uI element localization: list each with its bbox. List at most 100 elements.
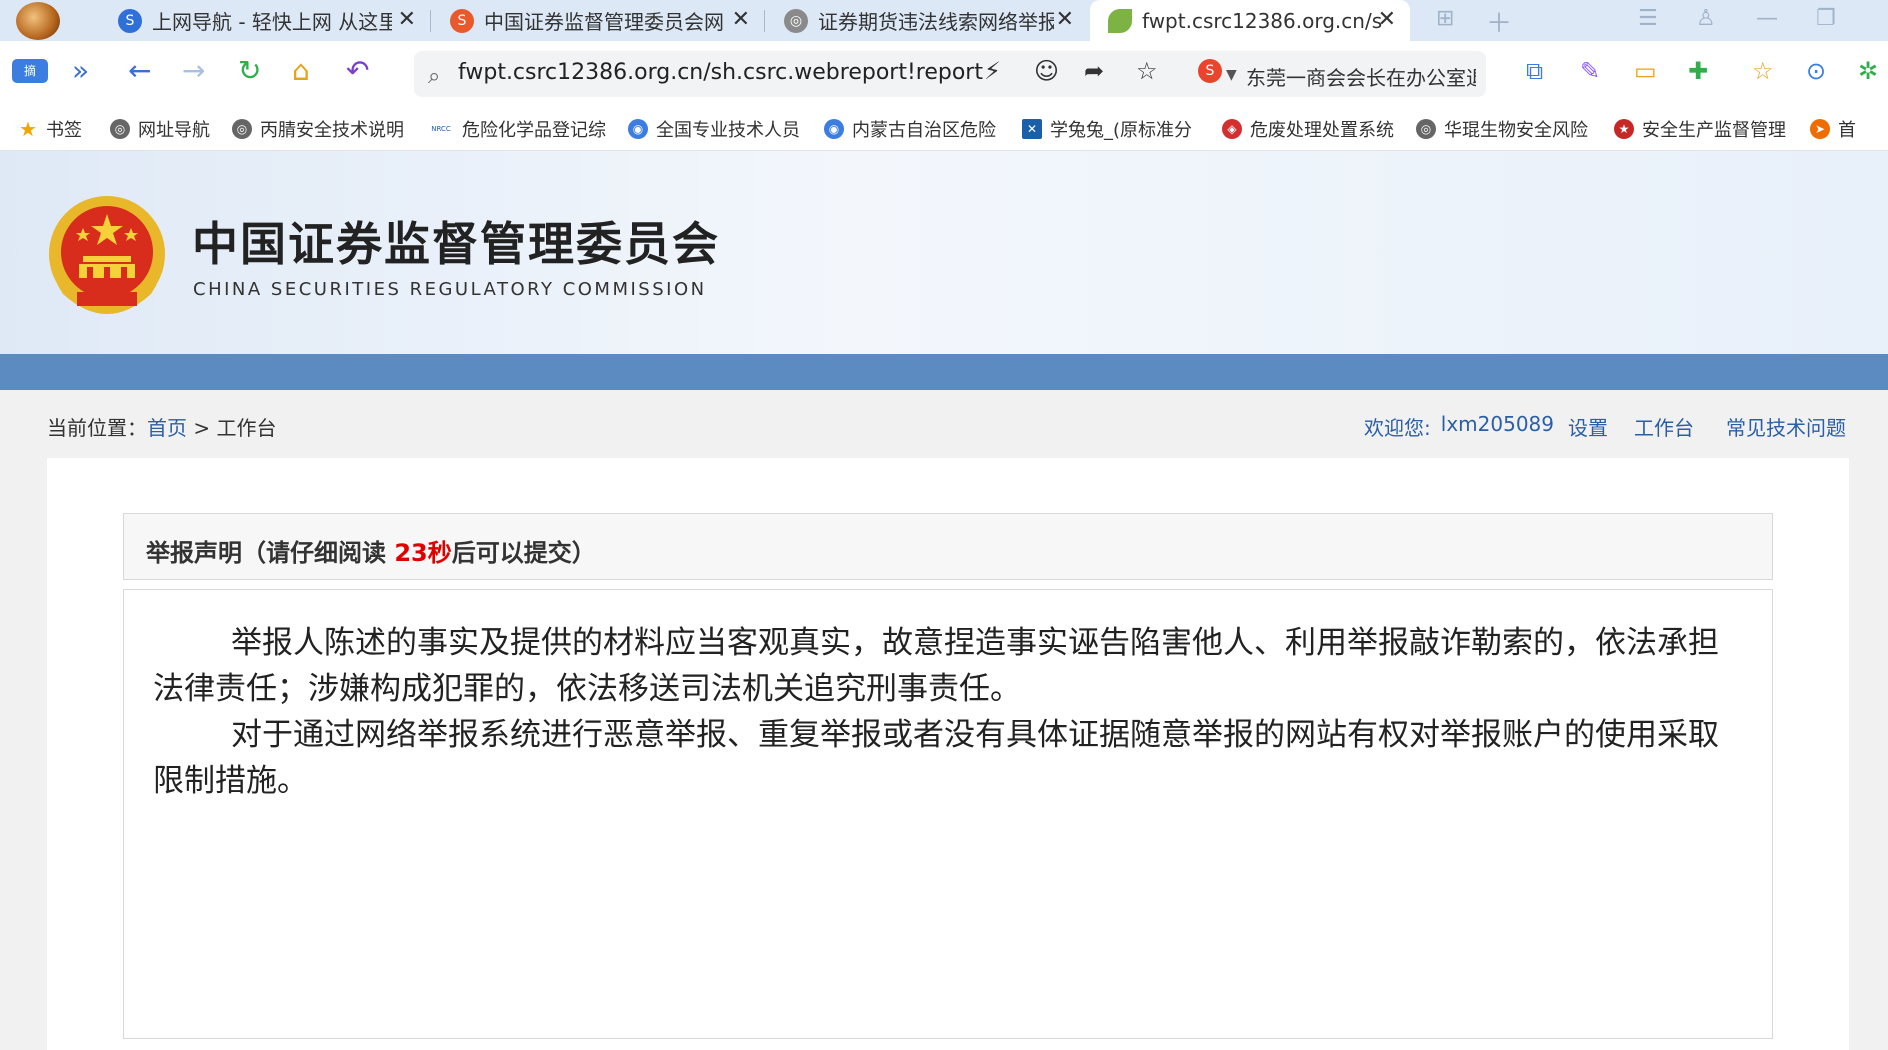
tab-title: fwpt.csrc12386.org.cn/sh.c <box>1142 8 1382 33</box>
declaration-title-text: 举报声明（请仔细阅读 <box>146 539 395 567</box>
arrow-icon: ➤ <box>1810 119 1830 139</box>
username: lxm205089 <box>1440 412 1554 436</box>
folder-icon[interactable]: ▭ <box>1634 55 1657 87</box>
settings-link[interactable]: 设置 <box>1568 412 1608 441</box>
tab-active-report[interactable]: fwpt.csrc12386.org.cn/sh.c ✕ <box>1090 0 1410 41</box>
declaration-header: 举报声明（请仔细阅读 23秒后可以提交） <box>123 513 1773 580</box>
bookmark-item[interactable]: ◎ 网址导航 <box>110 116 220 142</box>
sogou-s-icon: S <box>450 8 474 33</box>
bookmark-star-icon[interactable]: ☆ <box>1752 55 1774 87</box>
edit-icon[interactable]: ✎ <box>1580 55 1600 87</box>
bookmark-item[interactable]: ◎ 丙腈安全技术说明 <box>232 116 408 142</box>
reader-icon[interactable]: 摘 <box>12 59 48 83</box>
globe-icon: ◎ <box>232 119 252 139</box>
tab-title: 证券期货违法线索网络举报系 <box>818 10 1054 34</box>
minimize-icon[interactable]: — <box>1756 6 1778 31</box>
bookmark-item[interactable]: NRCC 危险化学品登记综 <box>428 116 606 142</box>
menu-icon[interactable]: ☰ <box>1638 6 1658 31</box>
user-avatar[interactable] <box>16 2 60 40</box>
refresh-icon[interactable]: ↻ <box>238 55 261 87</box>
declaration-body: 举报人陈述的事实及提供的材料应当客观真实，故意捏造事实诬告陷害他人、利用举报敲诈… <box>123 589 1773 1039</box>
nrcc-icon: NRCC <box>431 125 451 133</box>
bookmark-label: 全国专业技术人员 <box>656 120 800 141</box>
bookmark-item[interactable]: ◉ 全国专业技术人员 <box>628 116 804 142</box>
close-icon[interactable]: ✕ <box>398 7 416 32</box>
recycle-icon: ◈ <box>1222 119 1242 139</box>
declaration-paragraph: 举报人陈述的事实及提供的材料应当客观真实，故意捏造事实诬告陷害他人、利用举报敲诈… <box>153 625 1719 707</box>
tab-report-system[interactable]: ◎ 证券期货违法线索网络举报系 ✕ <box>766 0 1088 41</box>
site-title: 中国证券监督管理委员会 <box>192 217 720 271</box>
bookmark-label: 华琨生物安全风险 <box>1444 120 1588 141</box>
close-icon[interactable]: ✕ <box>1378 7 1396 32</box>
national-emblem-icon <box>49 196 165 314</box>
globe-icon: ◎ <box>784 8 808 33</box>
tab-separator <box>430 10 431 32</box>
forward-icon[interactable]: → <box>182 55 205 87</box>
undo-icon[interactable]: ↶ <box>346 55 369 87</box>
site-header: 中国证券监督管理委员会 CHINA SECURITIES REGULATORY … <box>0 151 1888 354</box>
bookmark-item[interactable]: ✕ 学兔兔_(原标准分 <box>1022 116 1202 142</box>
bookmark-label: 网址导航 <box>138 120 210 141</box>
lightning-icon[interactable]: ⚡ <box>984 55 1001 87</box>
bookmark-label: 内蒙古自治区危险 <box>852 120 996 141</box>
bookmark-item[interactable]: ◉ 内蒙古自治区危险 <box>824 116 1002 142</box>
tab-separator <box>764 10 765 32</box>
bookmark-label: 危废处理处置系统 <box>1250 120 1394 141</box>
close-icon[interactable]: ✕ <box>1056 7 1074 32</box>
browser-tab-bar: S 上网导航 - 轻快上网 从这里开 ✕ S 中国证券监督管理委员会网站 ✕ ◎… <box>0 0 1888 41</box>
workbench-link[interactable]: 工作台 <box>1634 412 1694 441</box>
bookmark-item[interactable]: ★ 安全生产监督管理 <box>1614 116 1790 142</box>
favorite-star-icon[interactable]: ☆ <box>1136 55 1158 87</box>
sogou-search-icon[interactable]: S <box>1198 59 1222 83</box>
badge-icon: ◉ <box>628 119 648 139</box>
emblem-icon: ★ <box>1614 119 1634 139</box>
bookmark-label: 丙腈安全技术说明 <box>260 120 404 141</box>
declaration-title-suffix: 后可以提交） <box>451 539 596 567</box>
breadcrumb: 当前位置：首页 > 工作台 <box>47 412 276 441</box>
breadcrumb-home-link[interactable]: 首页 <box>147 416 187 440</box>
url-text[interactable]: fwpt.csrc12386.org.cn/sh.csrc.webreport!… <box>458 60 983 85</box>
bookmark-label: 首 <box>1838 120 1856 141</box>
new-tab-icon[interactable]: ＋ <box>1486 3 1512 40</box>
search-icon: ⌕ <box>428 64 441 89</box>
breadcrumb-prefix: 当前位置： <box>47 416 147 440</box>
faq-link[interactable]: 常见技术问题 <box>1726 412 1846 441</box>
bookmark-item[interactable]: ◈ 危废处理处置系统 <box>1222 116 1402 142</box>
globe-icon: ◎ <box>110 119 130 139</box>
close-icon[interactable]: ✕ <box>732 7 750 32</box>
globe-icon: ◎ <box>1416 119 1436 139</box>
share-icon[interactable]: ➦ <box>1084 55 1104 87</box>
restore-icon[interactable]: ❐ <box>1816 6 1836 31</box>
bookmark-folder[interactable]: ★ 书签 <box>18 116 82 142</box>
double-chevron-icon[interactable]: » <box>72 55 89 87</box>
screenshot-icon[interactable]: ☺ <box>1034 55 1059 87</box>
translate-icon[interactable]: ⧉ <box>1526 55 1543 87</box>
search-suggestion[interactable]: 东莞一商会会长在办公室退 <box>1246 62 1476 91</box>
breadcrumb-separator: > <box>193 416 211 440</box>
bookmark-item[interactable]: ◎ 华琨生物安全风险 <box>1416 116 1592 142</box>
nav-band <box>0 354 1888 390</box>
download-icon[interactable]: ⊙ <box>1806 55 1826 87</box>
home-icon[interactable]: ⌂ <box>292 55 310 87</box>
sogou-s-icon: S <box>118 8 142 33</box>
settings-icon[interactable]: ✲ <box>1858 55 1878 87</box>
tab-title: 中国证券监督管理委员会网站 <box>484 10 724 34</box>
bookmark-item[interactable]: ➤ 首 <box>1810 116 1888 142</box>
countdown-seconds: 23秒 <box>394 539 452 567</box>
tab-title: 上网导航 - 轻快上网 从这里开 <box>152 10 392 34</box>
extension-icon[interactable]: ✚ <box>1688 55 1708 87</box>
bookmark-label: 安全生产监督管理 <box>1642 120 1786 141</box>
site-subtitle: CHINA SECURITIES REGULATORY COMMISSION <box>193 279 707 300</box>
skin-icon[interactable]: ♙ <box>1696 6 1716 31</box>
chevron-down-icon[interactable]: ▼ <box>1226 59 1237 91</box>
declaration-title: 举报声明（请仔细阅读 23秒后可以提交） <box>146 533 596 568</box>
back-icon[interactable]: ← <box>128 55 151 87</box>
tab-csrc[interactable]: S 中国证券监督管理委员会网站 ✕ <box>432 0 764 41</box>
bookmarks-bar: ★ 书签 ◎ 网址导航 ◎ 丙腈安全技术说明 NRCC 危险化学品登记综 ◉ 全国专业技术… <box>0 106 1888 151</box>
leaf-icon <box>1108 8 1132 33</box>
welcome-label: 欢迎您: <box>1364 416 1431 440</box>
tab-navigation[interactable]: S 上网导航 - 轻快上网 从这里开 ✕ <box>100 0 430 41</box>
tab-grid-icon[interactable]: ⊞ <box>1436 6 1454 31</box>
breadcrumb-current: 工作台 <box>216 416 277 440</box>
bookmark-label: 危险化学品登记综 <box>462 120 606 141</box>
